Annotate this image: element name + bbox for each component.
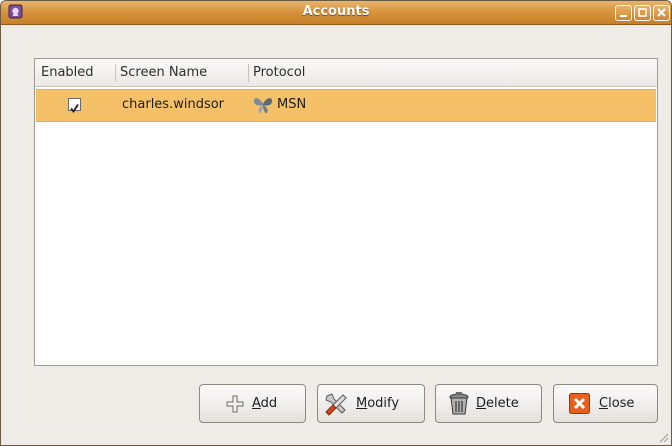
resize-grip-icon[interactable] <box>657 431 669 443</box>
delete-button[interactable]: Delete <box>435 384 542 423</box>
modify-button-label: Modify <box>356 396 400 411</box>
accounts-list[interactable]: Enabled Screen Name Protocol charles.win… <box>34 58 658 366</box>
column-header-screen-name[interactable]: Screen Name <box>116 59 248 86</box>
enabled-checkbox[interactable] <box>68 98 81 114</box>
list-header: Enabled Screen Name Protocol <box>35 59 657 87</box>
screen-name-cell: charles.windsor <box>122 97 225 112</box>
modify-button[interactable]: Modify <box>317 384 425 423</box>
account-row[interactable]: charles.windsor MSN <box>36 89 656 122</box>
close-window-button[interactable] <box>653 5 670 21</box>
trash-icon <box>449 392 469 415</box>
close-x-icon <box>569 393 590 414</box>
title-bar[interactable]: Accounts <box>1 1 671 25</box>
minimize-icon <box>620 15 627 17</box>
checkmark-icon <box>70 104 79 114</box>
close-button-label: Close <box>599 396 635 411</box>
maximize-icon <box>638 8 647 17</box>
maximize-button[interactable] <box>634 5 651 21</box>
accounts-window: Accounts Enabled Screen Name Protocol ch… <box>0 0 672 446</box>
add-button[interactable]: Add <box>199 384 306 423</box>
tools-icon <box>325 393 347 416</box>
add-button-label: Add <box>252 396 278 411</box>
window-title: Accounts <box>302 4 370 19</box>
minimize-button[interactable] <box>615 5 632 21</box>
msn-butterfly-icon <box>253 98 273 114</box>
delete-button-label: Delete <box>476 396 519 411</box>
close-icon <box>657 8 666 17</box>
column-header-protocol[interactable]: Protocol <box>249 59 449 86</box>
protocol-cell: MSN <box>277 97 307 112</box>
column-header-enabled[interactable]: Enabled <box>37 59 115 86</box>
plus-icon <box>226 395 244 413</box>
close-button[interactable]: Close <box>553 384 658 423</box>
